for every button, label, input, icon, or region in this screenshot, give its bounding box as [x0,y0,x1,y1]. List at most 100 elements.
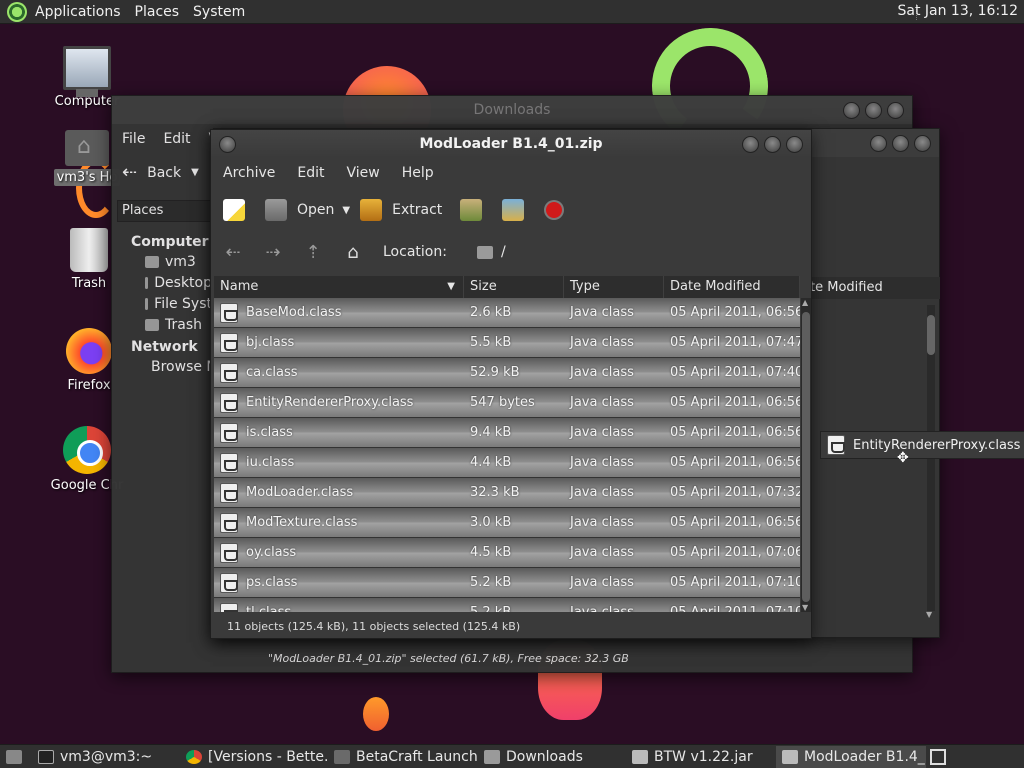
taskbar-item-chrome[interactable]: [Versions - Bette... [180,746,328,768]
panel-clock[interactable]: Sat Jan 13, 16:12 [898,3,1019,19]
file-row[interactable]: ModTexture.class 3.0 kB Java class 05 April… [214,508,800,538]
file-row[interactable]: bj.class 5.5 kB Java class 05 April 2011, 0… [214,328,800,358]
menu-places[interactable]: Places [135,4,180,20]
scrollbar-thumb[interactable] [802,312,810,602]
menu-view[interactable]: View [347,160,380,186]
scroll-up-icon[interactable]: ▲ [802,298,808,307]
sidebar-item-browse-network[interactable]: Browse N [145,359,212,375]
file-list[interactable]: BaseMod.class 2.6 kB Java class 05 April 20… [214,298,800,612]
file-row[interactable]: EntityRendererProxy.class 547 bytes Java c… [214,388,800,418]
file-name-cell: is.class [214,422,464,443]
file-row[interactable]: ps.class 5.2 kB Java class 05 April 2011, 0… [214,568,800,598]
mate-logo-icon[interactable] [7,1,27,22]
sidebar-item-trash[interactable]: Trash [145,317,212,333]
maximize-button[interactable] [764,136,781,153]
file-size: 4.5 kB [470,545,512,560]
file-row[interactable]: ca.class 52.9 kB Java class 05 April 2011, … [214,358,800,388]
back-arrow-icon[interactable]: ⇠ [223,242,243,263]
file-row[interactable]: oy.class 4.5 kB Java class 05 April 2011, 0… [214,538,800,568]
stop-icon[interactable] [544,200,565,220]
scroll-down-icon[interactable]: ▼ [926,610,932,619]
java-class-file-icon [220,572,238,593]
sidebar-item-filesystem[interactable]: File Syst [145,296,212,312]
extract-button[interactable]: Extract [392,202,442,218]
folder-icon [484,749,500,764]
menu-edit[interactable]: Edit [163,126,190,152]
close-button[interactable] [786,136,803,153]
archive-manager-window[interactable]: ModLoader B1.4_01.zip Archive Edit View … [210,129,812,639]
location-path[interactable]: / [501,244,506,260]
places-selector[interactable]: Places [117,200,212,222]
file-row[interactable]: tl.class 5.2 kBJava class05 April 2011, 0… [214,598,800,612]
scroll-down-icon[interactable]: ▼ [802,603,808,612]
new-archive-icon[interactable] [223,199,245,221]
trash-icon [70,228,108,272]
sidebar-item-label: vm3 [165,254,196,270]
sidebar-item-vm3[interactable]: vm3 [145,254,212,270]
menu-system[interactable]: System [193,4,245,20]
close-button[interactable] [914,135,931,152]
column-header-size[interactable]: Size [464,276,564,298]
file-type: Java class [570,425,634,440]
taskbar-item-downloads[interactable]: Downloads [478,746,626,768]
archive-toolbar: Open ▼ Extract [211,192,565,228]
file-size: 3.0 kB [470,515,512,530]
file-name-cell: iu.class [214,452,464,473]
file-name: iu.class [246,455,295,470]
file-size: 32.3 kB [470,485,520,500]
taskbar-item-btw-jar[interactable]: BTW v1.22.jar [626,746,776,768]
back-button[interactable]: ⇠ Back ▼ [122,162,199,183]
window-menu-button[interactable] [219,136,236,153]
trash-icon [145,319,159,331]
taskbar-item-terminal[interactable]: vm3@vm3:~ [32,746,180,768]
workspace-switcher[interactable] [930,748,946,765]
close-button[interactable] [887,102,904,119]
taskbar-item-betacraft[interactable]: BetaCraft Launch... [328,746,478,768]
menu-archive[interactable]: Archive [223,160,275,186]
file-size: 4.4 kB [470,455,512,470]
menu-edit[interactable]: Edit [297,160,324,186]
open-icon[interactable] [265,199,287,221]
file-row[interactable]: ModLoader.class 32.3 kB Java class 05 April… [214,478,800,508]
up-arrow-icon[interactable]: ⇡ [303,242,323,263]
minimize-button[interactable] [843,102,860,119]
column-header-date-modified[interactable]: te Modified [804,277,940,299]
file-date: 05 April 2011, 06:56 [670,425,800,440]
taskbar-item-label: [Versions - Bette... [208,748,328,765]
add-files-icon[interactable] [460,199,483,221]
java-class-file-icon [220,452,238,473]
file-row[interactable]: BaseMod.class 2.6 kB Java class 05 April 20… [214,298,800,328]
maximize-button[interactable] [892,135,909,152]
location-label: Location: [383,244,447,260]
column-header-type[interactable]: Type [564,276,664,298]
minimize-button[interactable] [742,136,759,153]
file-row[interactable]: is.class 9.4 kB Java class 05 April 2011, 0… [214,418,800,448]
column-header-name[interactable]: Name ▼ [214,276,464,298]
menu-applications[interactable]: Applications [35,4,121,20]
window-title: Downloads [473,102,551,118]
chevron-down-icon[interactable]: ▼ [342,205,350,216]
minimize-button[interactable] [870,135,887,152]
show-desktop-button[interactable] [0,746,32,768]
file-type: Java class [570,545,634,560]
taskbar-item-label: Downloads [506,748,583,765]
column-header-date-modified[interactable]: Date Modified [664,276,800,298]
drive-icon [145,298,149,310]
file-list-scrollbar[interactable]: ▲ ▼ [801,298,811,612]
maximize-button[interactable] [865,102,882,119]
forward-arrow-icon[interactable]: ⇢ [263,242,283,263]
downloads-titlebar[interactable]: Downloads [112,96,912,124]
menu-help[interactable]: Help [402,160,434,186]
home-icon[interactable]: ⌂ [343,242,363,263]
extract-icon[interactable] [360,199,383,221]
file-size: 5.5 kB [470,335,512,350]
scrollbar-thumb[interactable] [927,315,935,355]
menu-file[interactable]: File [122,126,145,152]
file-row[interactable]: iu.class 4.4 kB Java class 05 April 2011, 0… [214,448,800,478]
add-folder-icon[interactable] [502,199,525,221]
open-button[interactable]: Open [297,202,334,218]
taskbar-item-modloader[interactable]: ModLoader B1.4_... [776,745,926,768]
sidebar-item-desktop[interactable]: Desktop [145,275,212,291]
archive-titlebar[interactable]: ModLoader B1.4_01.zip [211,130,811,158]
chevron-down-icon[interactable]: ▼ [191,167,199,178]
